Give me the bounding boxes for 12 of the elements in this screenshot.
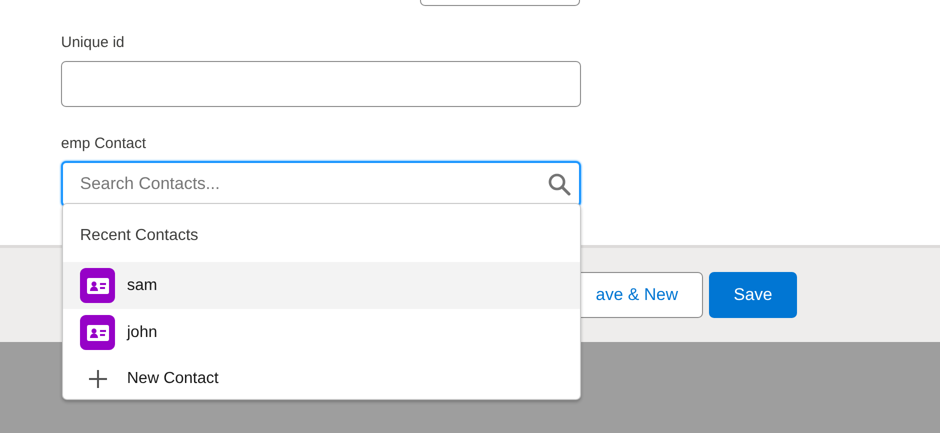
contact-card-icon bbox=[80, 268, 115, 303]
dropdown-heading: Recent Contacts bbox=[80, 226, 198, 246]
field-label: emp Contact bbox=[61, 134, 146, 154]
save-button[interactable]: Save bbox=[709, 272, 797, 318]
dropdown-item[interactable]: sam bbox=[63, 262, 580, 309]
input-field[interactable] bbox=[61, 60, 581, 106]
field-label: Unique id bbox=[61, 33, 124, 53]
input-field[interactable] bbox=[420, 0, 580, 6]
contact-card-icon bbox=[80, 315, 115, 350]
dropdown-item[interactable]: New Contact bbox=[63, 356, 580, 402]
search-icon bbox=[547, 172, 571, 196]
search-field[interactable]: Search Contacts... bbox=[61, 161, 581, 207]
